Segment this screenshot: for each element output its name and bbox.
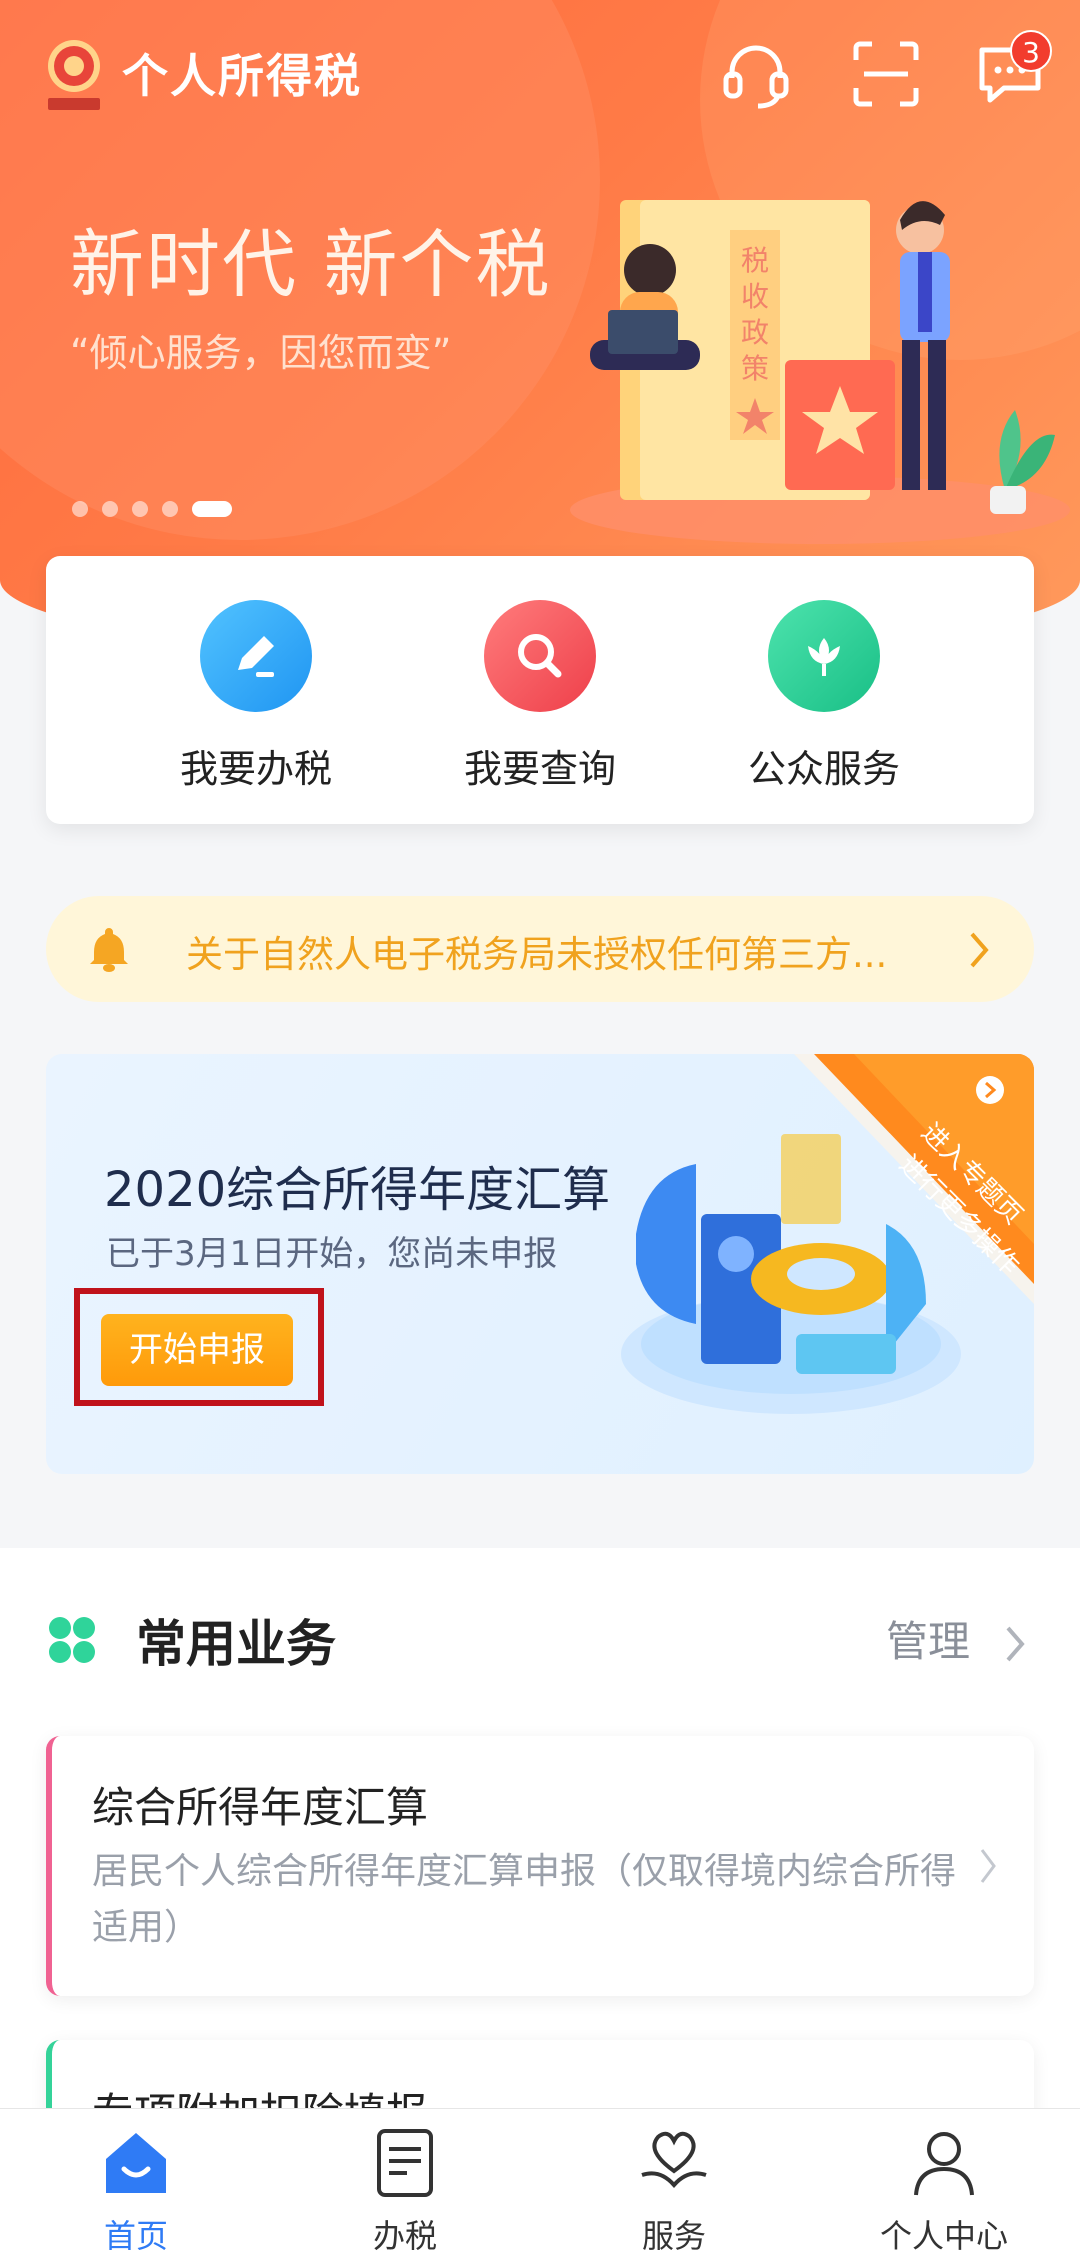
chevron-right-icon xyxy=(970,932,989,968)
quick-actions-card: 我要办税 我要查询 公众服务 xyxy=(46,556,1034,824)
chevron-right-icon xyxy=(980,1849,996,1883)
annual-subtitle: 已于3月1日开始，您尚未申报 xyxy=(106,1234,558,1274)
carousel-dots xyxy=(72,498,246,518)
quick-action-query-label: 我要查询 xyxy=(463,747,616,791)
emblem-icon xyxy=(48,40,100,110)
edit-icon xyxy=(200,600,312,712)
search-icon xyxy=(484,600,596,712)
quick-action-public[interactable]: 公众服务 xyxy=(704,600,944,793)
svg-text:政: 政 xyxy=(741,316,769,349)
banner-subslogan: “倾心服务，因您而变” xyxy=(70,331,452,375)
chevron-right-icon[interactable] xyxy=(1000,1624,1030,1664)
notice-bar[interactable]: 关于自然人电子税务局未授权任何第三方... xyxy=(46,896,1034,1002)
svg-text:策: 策 xyxy=(741,352,769,385)
tab-profile-label: 个人中心 xyxy=(879,2217,1008,2255)
customer-service-icon[interactable] xyxy=(718,36,794,112)
annual-title: 2020综合所得年度汇算 xyxy=(104,1162,611,1218)
tab-service-label: 服务 xyxy=(641,2217,706,2255)
service-card-desc: 居民个人综合所得年度汇算申报（仅取得境内综合所得适用） xyxy=(92,1851,957,1948)
home-icon xyxy=(106,2133,166,2193)
tab-home-label: 首页 xyxy=(103,2217,168,2255)
tab-tax-label: 办税 xyxy=(372,2217,437,2255)
app-title: 个人所得税 xyxy=(122,49,362,103)
message-badge: 3 xyxy=(1010,30,1052,72)
quick-action-public-label: 公众服务 xyxy=(747,747,900,791)
quick-action-tax[interactable]: 我要办税 xyxy=(136,600,376,793)
bell-icon xyxy=(90,928,128,972)
quick-action-query[interactable]: 我要查询 xyxy=(420,600,660,793)
tax-doc-icon xyxy=(377,2129,433,2197)
carousel-dot-active[interactable] xyxy=(192,500,232,517)
notice-text: 关于自然人电子税务局未授权任何第三方... xyxy=(186,933,888,976)
manage-link[interactable]: 管理 xyxy=(886,1608,970,1669)
carousel-dot[interactable] xyxy=(162,500,178,517)
tab-tax[interactable]: 办税 xyxy=(305,2125,505,2257)
scan-icon[interactable] xyxy=(848,36,924,112)
svg-text:税: 税 xyxy=(741,244,769,277)
tab-service[interactable]: 服务 xyxy=(574,2125,774,2257)
start-declare-button[interactable]: 开始申报 xyxy=(101,1314,293,1386)
top-bar: 个人所得税 3 xyxy=(0,0,1080,140)
tab-profile[interactable]: 个人中心 xyxy=(844,2125,1044,2257)
quick-action-tax-label: 我要办税 xyxy=(179,747,332,791)
carousel-dot[interactable] xyxy=(102,500,118,517)
banner-slogan: 新时代 新个税 xyxy=(70,222,552,308)
service-card-annual[interactable]: 综合所得年度汇算 居民个人综合所得年度汇算申报（仅取得境内综合所得适用） xyxy=(46,1736,1034,1996)
heart-hand-icon xyxy=(641,2131,707,2189)
service-card-title: 综合所得年度汇算 xyxy=(92,1783,429,1832)
grid-clover-icon xyxy=(49,1617,95,1663)
flower-icon xyxy=(768,600,880,712)
common-services-title: 常用业务 xyxy=(136,1615,336,1673)
svg-text:收: 收 xyxy=(741,280,769,313)
topic-ribbon[interactable]: 进入专题页 进行更多操作 xyxy=(794,1054,1034,1304)
annual-settlement-card[interactable]: 2020综合所得年度汇算 已于3月1日开始，您尚未申报 开始申报 进入专题页 进… xyxy=(46,1054,1034,1474)
carousel-dot[interactable] xyxy=(72,500,88,517)
tab-home[interactable]: 首页 xyxy=(36,2125,236,2257)
carousel-dot[interactable] xyxy=(132,500,148,517)
common-services-section: 常用业务 管理 综合所得年度汇算 居民个人综合所得年度汇算申报（仅取得境内综合所… xyxy=(0,1548,1080,2130)
tax-policy-illustration: 税 收 政 策 xyxy=(570,200,1070,544)
bottom-tab-bar: 首页 办税 服务 个人中心 xyxy=(0,2108,1080,2261)
person-icon xyxy=(914,2132,974,2196)
